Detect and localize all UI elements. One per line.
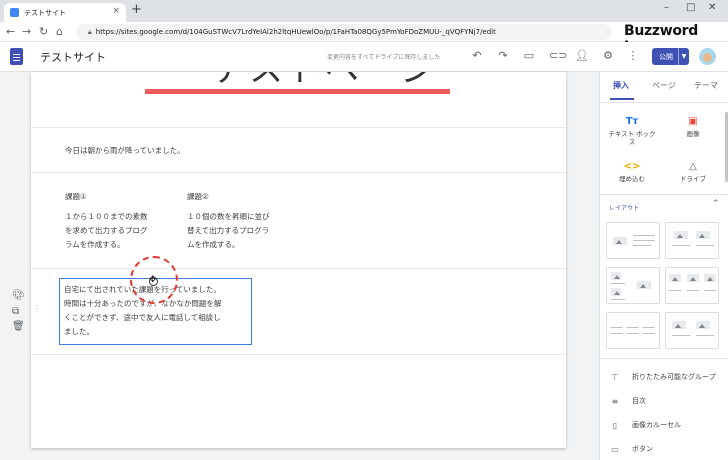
layout-option[interactable] — [606, 267, 660, 304]
settings-gear-icon[interactable]: ⚙ — [601, 49, 615, 62]
layout-header[interactable]: レイアウト — [609, 203, 639, 212]
column1-title[interactable]: 課題① — [65, 190, 87, 204]
insert-image-button[interactable]: ▣ 画像 — [663, 116, 723, 138]
delete-icon[interactable]: 🗑︎ — [12, 321, 25, 332]
back-icon[interactable]: ← — [6, 25, 15, 38]
layout-option[interactable] — [606, 222, 660, 259]
reload-icon[interactable]: ↻ — [39, 25, 48, 38]
banner-underline — [145, 89, 450, 94]
column1-body[interactable]: １から１００までの素数 を求めて出力するプログ ラムを作成する。 — [65, 210, 148, 252]
browser-tab-strip: テストサイト × + – □ ✕ — [0, 0, 728, 22]
insert-textbox-label: テキスト ボック ス — [608, 130, 656, 146]
insert-image-carousel[interactable]: ▯ 画像カルーセル — [608, 420, 681, 430]
save-status: 変更内容をすべてドライブに保存しました — [327, 54, 441, 61]
browser-tab[interactable]: テストサイト × — [4, 3, 126, 22]
url-text: https://sites.google.com/d/104GuSTWcV7Lr… — [95, 28, 496, 36]
minimize-icon[interactable]: – — [664, 2, 669, 13]
embed-icon: <> — [623, 161, 641, 172]
column2-title[interactable]: 課題② — [187, 190, 209, 204]
layout-option[interactable] — [606, 312, 660, 349]
palette-icon[interactable]: 🎨︎ — [12, 290, 25, 301]
url-field[interactable]: 🔒︎ https://sites.google.com/d/104GuSTWcV7… — [76, 24, 611, 40]
address-bar-row: ← → ↻ ⌂ 🔒︎ https://sites.google.com/d/104… — [0, 22, 728, 55]
sites-favicon-icon — [10, 8, 19, 17]
sites-logo-icon[interactable] — [10, 48, 23, 65]
section-separator — [600, 358, 728, 359]
column2-body[interactable]: １０個の数を昇順に並び 替えて出力するプログラ ムを作成する。 — [187, 210, 270, 252]
section-divider — [31, 354, 566, 355]
home-icon[interactable]: ⌂ — [56, 25, 63, 38]
insert-collapsible-group[interactable]: ⊤ 折りたたみ可能なグループ — [608, 372, 716, 382]
new-tab-button[interactable]: + — [131, 2, 142, 17]
tab-title: テストサイト — [24, 8, 66, 17]
paragraph-text[interactable]: 今日は朝から雨が降っていました。 — [65, 144, 185, 158]
carousel-label: 画像カルーセル — [632, 421, 681, 429]
layout-option[interactable] — [665, 312, 719, 349]
right-panel: 挿入 ページ テーマ Tт テキスト ボック ス ▣ 画像 <> 埋め込む △ … — [599, 72, 728, 460]
toc-label: 目次 — [632, 397, 646, 405]
text-icon: Tт — [625, 116, 639, 127]
section-divider — [31, 268, 566, 269]
publish-label: 公開 — [659, 52, 673, 61]
undo-icon[interactable]: ↶ — [470, 49, 484, 62]
tab-insert[interactable]: 挿入 — [613, 80, 629, 91]
collapsible-icon: ⊤ — [611, 372, 619, 382]
section-divider — [31, 127, 566, 128]
layout-option[interactable] — [665, 267, 719, 304]
tab-separator — [600, 102, 728, 103]
image-icon: ▣ — [688, 116, 698, 127]
carousel-icon: ▯ — [612, 420, 618, 430]
drag-handle-icon[interactable]: ⋮ — [33, 304, 41, 313]
button-icon: ▭ — [611, 444, 619, 454]
avatar[interactable] — [699, 48, 716, 65]
insert-drive-button[interactable]: △ ドライブ — [663, 161, 723, 183]
insert-image-label: 画像 — [686, 130, 700, 138]
window-close-icon[interactable]: ✕ — [708, 2, 716, 13]
tab-pages[interactable]: ページ — [652, 80, 676, 91]
more-vert-icon[interactable]: ⋮ — [626, 49, 640, 62]
layout-option[interactable] — [665, 222, 719, 259]
link-icon[interactable]: ⊂⊃ — [549, 49, 567, 62]
collapsible-label: 折りたたみ可能なグループ — [632, 373, 716, 381]
move-cursor-icon — [149, 275, 158, 286]
active-tab-indicator — [610, 98, 634, 100]
insert-textbox-button[interactable]: Tт テキスト ボック ス — [602, 116, 662, 146]
drive-icon: △ — [689, 161, 697, 172]
chevron-up-icon[interactable]: ⌃ — [712, 199, 720, 209]
toc-icon: ≡ — [611, 396, 619, 406]
insert-embed-label: 埋め込む — [619, 175, 645, 183]
section-separator — [600, 194, 728, 195]
redo-icon[interactable]: ↷ — [496, 49, 510, 62]
tab-themes[interactable]: テーマ — [694, 80, 718, 91]
section-divider — [31, 172, 566, 173]
insert-button[interactable]: ▭ ボタン — [608, 444, 653, 454]
site-name[interactable]: テストサイト — [40, 49, 106, 65]
button-label: ボタン — [632, 445, 653, 453]
sites-header: テストサイト 変更内容をすべてドライブに保存しました ↶ ↷ ▭ ⊂⊃ 👤︎ ⚙… — [0, 42, 728, 72]
tab-close-icon[interactable]: × — [112, 6, 120, 16]
maximize-icon[interactable]: □ — [686, 2, 695, 13]
publish-dropdown-icon[interactable]: ▼ — [678, 48, 689, 65]
insert-drive-label: ドライブ — [680, 175, 706, 183]
page-canvas[interactable]: テストページ 今日は朝から雨が降っていました。 課題① １から１００までの素数 … — [31, 72, 566, 448]
share-icon[interactable]: 👤︎ — [575, 49, 589, 62]
lock-icon: 🔒︎ — [88, 28, 92, 36]
forward-icon[interactable]: → — [22, 25, 31, 38]
duplicate-icon[interactable]: ⧉ — [12, 306, 19, 317]
insert-table-of-contents[interactable]: ≡ 目次 — [608, 396, 646, 406]
preview-icon[interactable]: ▭ — [522, 49, 536, 62]
publish-button[interactable]: 公開 ▼ — [652, 48, 689, 65]
insert-embed-button[interactable]: <> 埋め込む — [602, 161, 662, 183]
